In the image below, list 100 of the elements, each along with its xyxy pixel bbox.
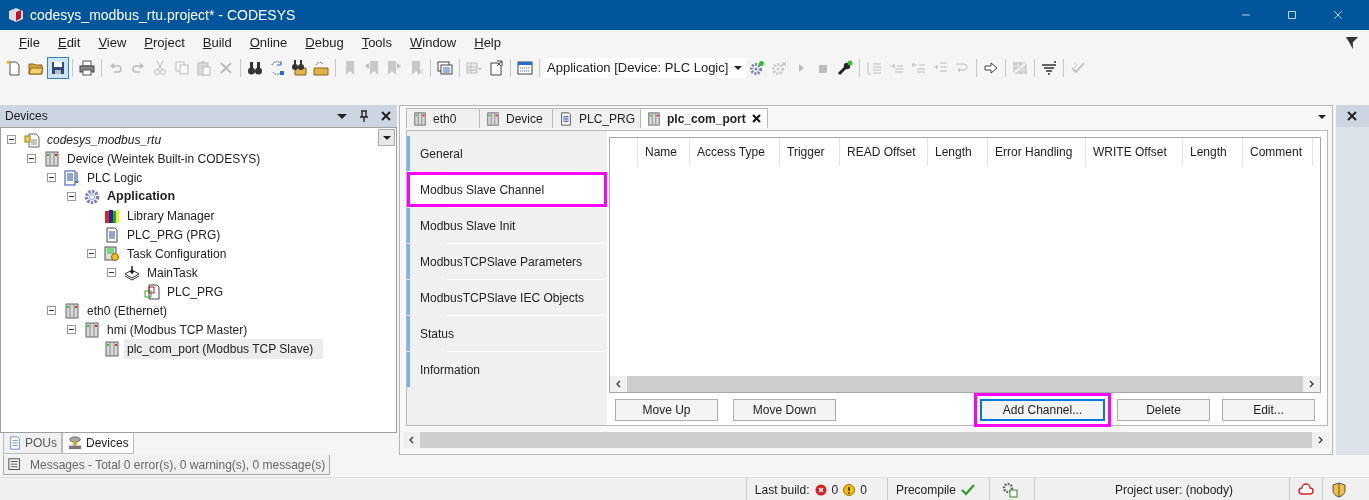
- chevron-left-icon[interactable]: [408, 436, 415, 444]
- precompile-label: Precompile: [895, 481, 956, 499]
- window-list-icon[interactable]: [437, 60, 453, 76]
- close-icon[interactable]: [381, 111, 391, 121]
- menu-item[interactable]: File: [10, 33, 49, 53]
- find-in-folder-icon[interactable]: [291, 60, 307, 76]
- panel-tab[interactable]: Devices: [62, 433, 134, 454]
- menu-item[interactable]: Online: [240, 33, 297, 53]
- document-tab[interactable]: PLC_PRG: [552, 108, 643, 128]
- device-icon: [104, 340, 120, 357]
- document-tab[interactable]: plc_com_port: [640, 108, 768, 128]
- tree-item[interactable]: Application: [104, 186, 179, 207]
- chevron-right-icon[interactable]: [1317, 436, 1324, 444]
- device-icon: [84, 321, 100, 338]
- document-icon: [8, 436, 22, 450]
- wrench-icon[interactable]: [837, 60, 854, 76]
- close-icon[interactable]: [1347, 111, 1357, 121]
- messages-tab[interactable]: Messages - Total 0 error(s), 0 warning(s), 0 message(s): [3, 455, 331, 475]
- dropdown-caret-icon[interactable]: [1318, 115, 1326, 119]
- settings-page-tab[interactable]: Information: [407, 352, 607, 387]
- menu-item[interactable]: Window: [401, 33, 466, 53]
- document-tab[interactable]: Device: [479, 108, 554, 128]
- calendar-icon[interactable]: [517, 60, 533, 76]
- menu-item[interactable]: Help: [465, 33, 510, 53]
- target-selector[interactable]: Application [Device: PLC Logic]: [543, 58, 747, 78]
- dropdown-button[interactable]: [378, 129, 395, 146]
- messages-icon: [8, 457, 22, 472]
- column-header: WRITE Offset: [1086, 138, 1183, 166]
- dropdown-caret-icon[interactable]: [337, 113, 347, 119]
- horizontal-scrollbar[interactable]: [403, 432, 1329, 448]
- action-button[interactable]: Edit...: [1222, 399, 1315, 421]
- new-file-icon[interactable]: [6, 60, 22, 76]
- collapse-icon[interactable]: [47, 306, 56, 315]
- menu-item[interactable]: Build: [193, 33, 241, 53]
- tree-item[interactable]: PLC_PRG (PRG): [124, 224, 224, 245]
- books-icon: [104, 207, 120, 224]
- print-icon[interactable]: [79, 60, 95, 76]
- filter-icon[interactable]: [1345, 36, 1359, 50]
- window-title: codesys_modbus_rtu.project* - CODESYS: [30, 5, 297, 25]
- action-button[interactable]: Add Channel...: [980, 399, 1105, 421]
- error-icon: [814, 483, 827, 496]
- menu-item[interactable]: Tools: [352, 33, 401, 53]
- menu-item[interactable]: Debug: [296, 33, 353, 53]
- save-icon[interactable]: [50, 60, 66, 76]
- collapse-icon[interactable]: [47, 173, 56, 182]
- collapse-icon[interactable]: [27, 154, 36, 163]
- gear-icon: [84, 188, 100, 205]
- tree-item[interactable]: codesys_modbus_rtu: [44, 129, 165, 150]
- collapse-icon[interactable]: [87, 249, 96, 258]
- page-arrow-icon[interactable]: [488, 60, 504, 76]
- column-header: Trigger: [780, 138, 840, 166]
- menu-item[interactable]: View: [89, 33, 136, 53]
- tree-item[interactable]: MainTask: [144, 262, 201, 283]
- filter-lines-icon[interactable]: [1041, 60, 1058, 76]
- document-tab[interactable]: eth0: [406, 108, 481, 128]
- close-icon[interactable]: [751, 114, 761, 123]
- chevron-right-icon[interactable]: [1308, 380, 1315, 388]
- chevron-left-icon[interactable]: [615, 380, 622, 388]
- status-label: Last build:: [754, 481, 810, 499]
- open-folder-icon[interactable]: [28, 60, 44, 76]
- gear-document-icon[interactable]: [1001, 481, 1018, 498]
- device-icon: [413, 111, 427, 126]
- column-header: Name: [638, 138, 690, 166]
- logic-page-icon: [64, 169, 80, 186]
- maximize-icon[interactable]: [1286, 9, 1298, 21]
- replace-icon[interactable]: [269, 60, 285, 76]
- horizontal-scrollbar[interactable]: [610, 376, 1320, 392]
- settings-page-tab[interactable]: Modbus Slave Channel: [407, 172, 607, 207]
- tree-item[interactable]: PLC_PRG: [164, 281, 227, 302]
- collapse-icon[interactable]: [107, 268, 116, 277]
- collapse-icon[interactable]: [67, 325, 76, 334]
- device-icon: [44, 150, 60, 167]
- tree-item[interactable]: eth0 (Ethernet): [84, 300, 171, 321]
- collapse-icon[interactable]: [7, 135, 16, 144]
- login-gear-icon[interactable]: [749, 60, 766, 76]
- tree-item[interactable]: PLC Logic: [84, 167, 146, 188]
- panel-tab[interactable]: POUs: [3, 433, 62, 454]
- program-call-icon: [144, 283, 160, 300]
- folder-search-icon[interactable]: [313, 60, 329, 76]
- menu-item[interactable]: Edit: [48, 33, 90, 53]
- tree-item[interactable]: Task Configuration: [124, 243, 230, 264]
- arrow-right-icon[interactable]: [983, 60, 1000, 76]
- cloud-icon[interactable]: [1298, 481, 1314, 498]
- tree-item[interactable]: plc_com_port (Modbus TCP Slave): [124, 338, 324, 359]
- tree-item[interactable]: Device (Weintek Built-in CODESYS): [64, 148, 264, 169]
- tree-item[interactable]: Library Manager: [124, 205, 218, 226]
- collapse-icon[interactable]: [67, 192, 76, 201]
- search-icon[interactable]: [247, 60, 263, 76]
- column-header: Error Handling: [988, 138, 1086, 166]
- column-header: Comment: [1243, 138, 1313, 166]
- device-icon: [647, 111, 662, 126]
- menu-item[interactable]: Project: [135, 33, 194, 53]
- action-button[interactable]: Move Down: [733, 399, 836, 421]
- dropdown-caret-icon[interactable]: [734, 66, 743, 70]
- pin-icon[interactable]: [359, 110, 369, 122]
- document-icon: [559, 111, 573, 126]
- shield-icon[interactable]: [1331, 481, 1347, 498]
- tree-item[interactable]: hmi (Modbus TCP Master): [104, 319, 251, 340]
- action-button[interactable]: Delete: [1117, 399, 1210, 421]
- action-button[interactable]: Move Up: [615, 399, 718, 421]
